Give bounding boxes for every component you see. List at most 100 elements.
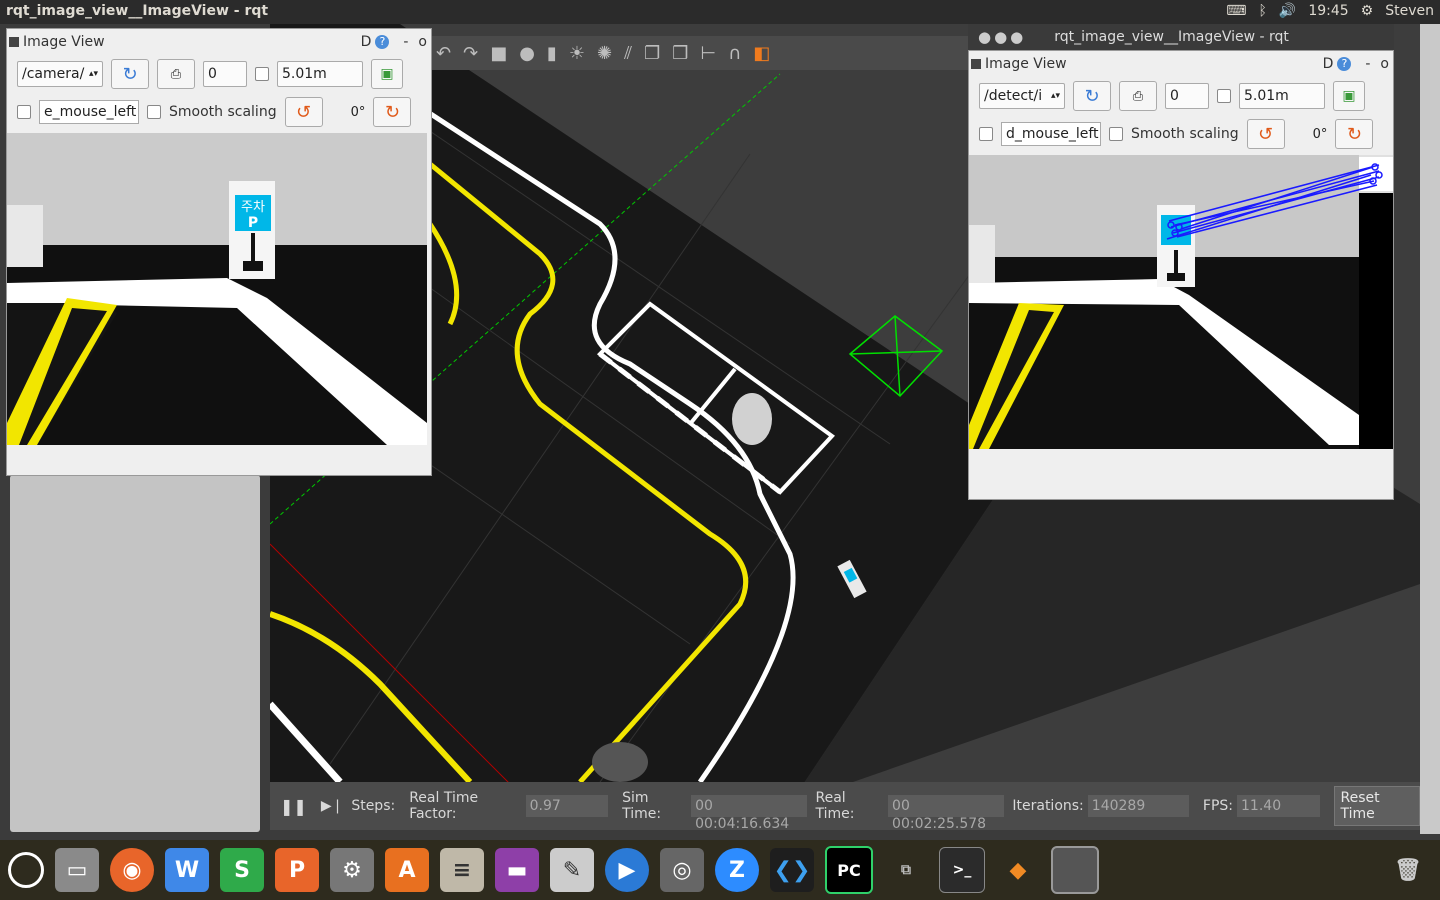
save-icon[interactable]: ⎙ — [1119, 81, 1157, 111]
ubuntu-icon[interactable] — [8, 852, 44, 888]
copy-icon[interactable]: ❐ — [644, 43, 660, 64]
left-camera-image: 주차 P — [7, 133, 427, 445]
window-icon — [9, 37, 19, 47]
spot-light-icon[interactable]: ⫽ — [624, 43, 632, 64]
box-icon[interactable]: ■ — [490, 43, 507, 64]
right-topic-select[interactable]: /detect/i ▴▾ — [979, 83, 1065, 109]
sim-time-label: Sim Time: — [622, 790, 662, 822]
refresh-icon[interactable]: ↻ — [1073, 81, 1111, 111]
gazebo-icon[interactable] — [1051, 846, 1099, 894]
terminal-icon[interactable]: >_ — [939, 847, 985, 893]
right-detect-image — [969, 155, 1393, 449]
right-smooth-checkbox[interactable] — [1109, 127, 1123, 141]
gear-icon[interactable]: ⚙ — [1361, 3, 1374, 19]
help-icon[interactable]: ? — [1337, 57, 1352, 71]
windows-icon[interactable]: ⧉ — [884, 848, 928, 892]
left-dynamic-range-checkbox[interactable] — [255, 67, 269, 81]
impress-icon[interactable]: P — [275, 848, 319, 892]
close-icon[interactable]: o — [418, 34, 427, 50]
sign-text: 주차 — [241, 200, 265, 215]
sphere-icon[interactable]: ● — [519, 43, 535, 64]
save-image-icon[interactable]: ▣ — [371, 59, 403, 89]
top-panel: rqt_image_view__ImageView - rqt ⌨ ᛒ 🔊 19… — [0, 0, 1440, 24]
clock[interactable]: 19:45 — [1308, 3, 1348, 19]
video-icon[interactable]: ▬ — [495, 848, 539, 892]
rotate-left-icon[interactable]: ↺ — [284, 97, 323, 127]
trash-icon[interactable]: 🗑 — [1386, 848, 1430, 892]
reset-time-button[interactable]: Reset Time — [1333, 786, 1420, 826]
volume-icon[interactable]: 🔊 — [1279, 3, 1296, 19]
real-time-value: 00 00:02:25.578 — [888, 795, 1005, 832]
keyboard-icon[interactable]: ⌨ — [1226, 3, 1246, 19]
cylinder-icon[interactable]: ▮ — [547, 43, 557, 64]
firefox-icon[interactable]: ◉ — [110, 848, 154, 892]
robot-in-view — [7, 205, 43, 267]
sun-icon[interactable]: ☀ — [569, 43, 585, 64]
gazebo-toolbar: ↶ ↷ ■ ● ▮ ☀ ✺ ⫽ ❐ ❒ ⊢ ∩ ◧ — [430, 36, 976, 70]
left-mouse-checkbox[interactable] — [17, 105, 31, 119]
right-d-button[interactable]: D — [1323, 56, 1334, 72]
view-angle-icon[interactable]: ◧ — [753, 43, 770, 64]
refresh-icon[interactable]: ↻ — [111, 59, 149, 89]
settings-icon[interactable]: ⚙ — [330, 848, 374, 892]
left-distance-spin[interactable]: 5.01m — [277, 61, 363, 87]
right-number-spin[interactable]: 0 — [1165, 83, 1209, 109]
right-mouse-checkbox[interactable] — [979, 127, 993, 141]
save-icon[interactable]: ⎙ — [157, 59, 195, 89]
real-time-label: Real Time: — [815, 790, 855, 822]
step-icon[interactable]: ▶❘ — [321, 798, 344, 814]
rotate-left-icon[interactable]: ↺ — [1246, 119, 1285, 149]
calc-icon[interactable]: S — [220, 848, 264, 892]
snap-icon[interactable]: ∩ — [728, 43, 741, 64]
robot-model — [592, 742, 648, 782]
files-icon[interactable]: ▭ — [55, 848, 99, 892]
writer-icon[interactable]: W — [165, 848, 209, 892]
right-toolbar-row2: d_mouse_left Smooth scaling ↺ 0° ↻ — [969, 115, 1393, 153]
rotate-right-icon[interactable]: ↻ — [1335, 119, 1374, 149]
left-topic-select[interactable]: /camera/▴▾ — [17, 61, 103, 87]
right-dynamic-range-checkbox[interactable] — [1217, 89, 1231, 103]
pycharm-icon[interactable]: PC — [825, 846, 873, 894]
sublime-icon[interactable]: ◆ — [996, 848, 1040, 892]
right-image-view-header: Image View D ? - o — [969, 51, 1393, 77]
right-distance-spin[interactable]: 5.01m — [1239, 83, 1325, 109]
left-d-button[interactable]: D — [361, 34, 372, 50]
minimize-icon[interactable]: - — [403, 34, 408, 50]
mixer-icon[interactable]: ≡ — [440, 848, 484, 892]
left-number-spin[interactable]: 0 — [203, 61, 247, 87]
vscode-icon[interactable]: ❮❯ — [770, 848, 814, 892]
film-icon[interactable]: ◎ — [660, 848, 704, 892]
gazebo-world-panel — [10, 475, 260, 832]
help-icon[interactable]: ? — [375, 35, 390, 49]
left-smooth-checkbox[interactable] — [147, 105, 161, 119]
paste-icon[interactable]: ❒ — [672, 43, 688, 64]
software-center-icon[interactable]: A — [385, 848, 429, 892]
zoom-icon[interactable]: Z — [715, 848, 759, 892]
media-player-icon[interactable]: ▶ — [605, 848, 649, 892]
spin-arrows-icon: ▴▾ — [88, 69, 98, 79]
rotate-right-icon[interactable]: ↻ — [373, 97, 412, 127]
user-name[interactable]: Steven — [1385, 3, 1434, 19]
close-icon[interactable]: o — [1380, 56, 1389, 72]
window-controls-icon[interactable]: ●●● — [978, 28, 1026, 46]
gazebo-right-panel — [1420, 24, 1440, 834]
save-image-icon[interactable]: ▣ — [1333, 81, 1365, 111]
right-mouse-topic-input[interactable]: d_mouse_left — [1001, 122, 1101, 146]
align-icon[interactable]: ⊢ — [700, 43, 716, 64]
minimize-icon[interactable]: - — [1365, 56, 1370, 72]
undo-icon[interactable]: ↶ — [436, 43, 451, 64]
left-image-view-title: Image View — [23, 34, 105, 50]
left-toolbar-row2: e_mouse_left Smooth scaling ↺ 0° ↻ — [7, 93, 431, 131]
right-rotation-value: 0° — [1312, 126, 1328, 142]
iterations-value: 140289 — [1087, 795, 1189, 817]
bluetooth-icon[interactable]: ᛒ — [1258, 3, 1266, 19]
paint-icon[interactable]: ✎ — [550, 848, 594, 892]
redo-icon[interactable]: ↷ — [463, 43, 478, 64]
robot-in-view — [969, 225, 995, 283]
left-mouse-topic-input[interactable]: e_mouse_left — [39, 100, 139, 124]
pause-icon[interactable]: ❚❚ — [280, 797, 307, 816]
point-light-icon[interactable]: ✺ — [597, 43, 612, 64]
gazebo-status-bar: ❚❚ ▶❘ Steps: Real Time Factor: 0.97 Sim … — [270, 782, 1420, 832]
parked-robot — [732, 393, 772, 445]
active-window-title: rqt_image_view__ImageView - rqt — [6, 3, 269, 19]
